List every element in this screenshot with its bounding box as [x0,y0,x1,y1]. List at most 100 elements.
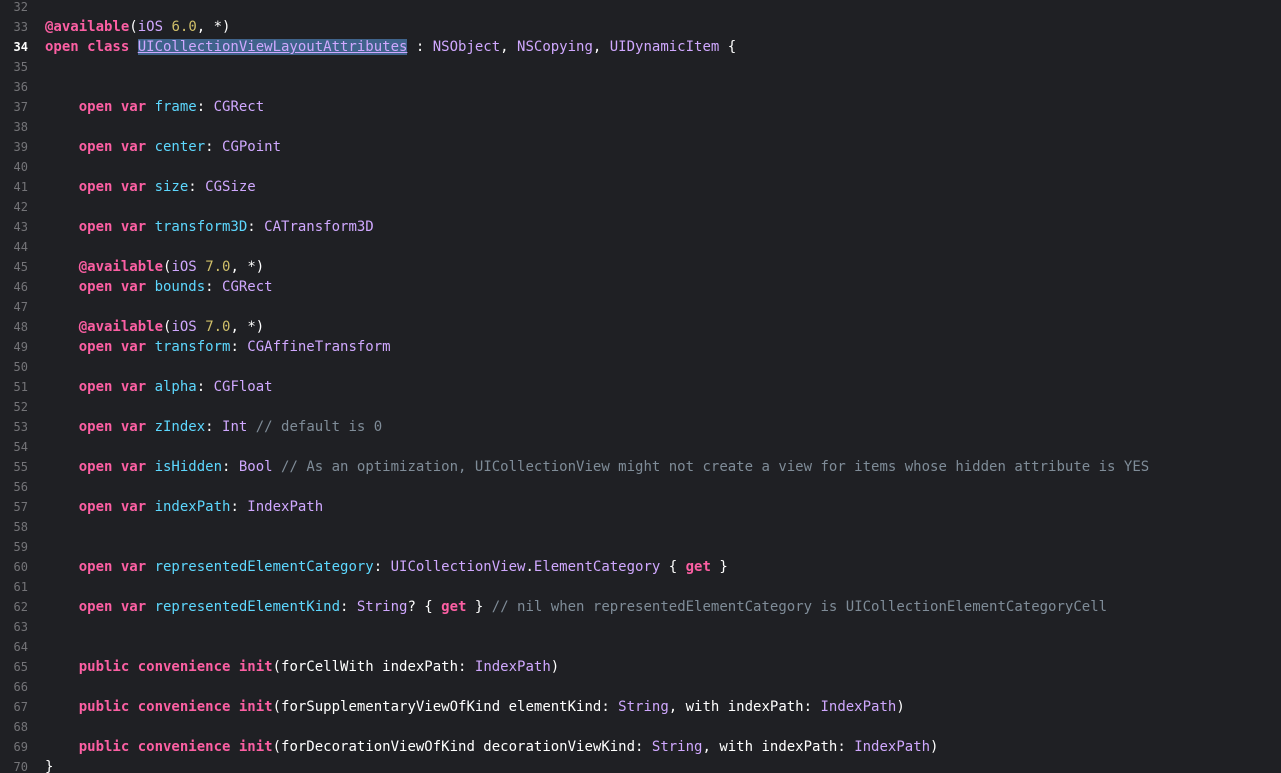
code-text[interactable]: open var frame: CGRect [45,97,264,117]
line-number: 53 [13,420,28,434]
code-text[interactable]: open var center: CGPoint [45,137,281,157]
line-number: 54 [13,440,28,454]
code-line[interactable]: 34 open class UICollectionViewLayoutAttri… [0,37,1281,57]
code-token: CGFloat [213,379,273,395]
code-token: size [154,179,189,195]
code-line[interactable]: 58 [0,517,1281,537]
code-token: open var [78,279,155,295]
code-text[interactable]: public convenience init(forSupplementary… [45,697,905,717]
code-line[interactable]: 56 [0,477,1281,497]
code-line[interactable]: 69 public convenience init(forDecoration… [0,737,1281,757]
code-line[interactable]: 33 @available(iOS 6.0, *) [0,17,1281,37]
code-line[interactable]: 64 [0,637,1281,657]
code-text[interactable]: @available(iOS 7.0, *) [45,257,264,277]
code-text[interactable]: open var size: CGSize [45,177,256,197]
code-text[interactable]: @available(iOS 6.0, *) [45,17,230,37]
code-line[interactable]: 43 open var transform3D: CATransform3D [0,217,1281,237]
code-text[interactable]: open var alpha: CGFloat [45,377,273,397]
code-text[interactable]: } [45,757,53,773]
code-line[interactable]: 38 [0,117,1281,137]
code-line[interactable]: 47 [0,297,1281,317]
code-token: iOS [137,19,164,35]
code-line[interactable]: 36 [0,77,1281,97]
code-text[interactable]: open class UICollectionViewLayoutAttribu… [45,37,736,57]
line-number: 45 [13,260,28,274]
code-text[interactable]: public convenience init(forCellWith inde… [45,657,559,677]
code-line[interactable]: 62 open var representedElementKind: Stri… [0,597,1281,617]
code-token: ) [930,739,939,755]
code-token: indexPath [154,499,231,515]
code-token: ) [550,659,560,675]
code-token: open class [45,39,138,55]
code-text[interactable]: open var transform: CGAffineTransform [45,337,391,357]
code-line[interactable]: 54 [0,437,1281,457]
code-line[interactable]: 39 open var center: CGPoint [0,137,1281,157]
code-line[interactable]: 60 open var representedElementCategory: … [0,557,1281,577]
code-line[interactable]: 57 open var indexPath: IndexPath [0,497,1281,517]
code-line[interactable]: 61 [0,577,1281,597]
code-line[interactable]: 42 [0,197,1281,217]
code-line[interactable]: 45 @available(iOS 7.0, *) [0,257,1281,277]
line-number: 69 [13,740,28,754]
code-text[interactable]: @available(iOS 7.0, *) [45,317,264,337]
code-text[interactable]: open var indexPath: IndexPath [45,497,323,517]
code-token: IndexPath [474,659,551,675]
line-number: 43 [13,220,28,234]
code-text[interactable]: public convenience init(forDecorationVie… [45,737,939,757]
code-text[interactable]: open var isHidden: Bool // As an optimiz… [45,457,1149,477]
code-token: (forDecorationViewOfKind decorationViewK… [272,739,652,755]
line-number: 67 [13,700,28,714]
code-editor[interactable]: 32 33 @available(iOS 6.0, *) 34 open class U… [0,0,1281,773]
code-token: String [618,699,669,715]
code-token: open var [78,139,155,155]
code-token: : [205,419,223,435]
line-number: 37 [13,100,28,114]
code-text[interactable]: open var representedElementCategory: UIC… [45,557,728,577]
code-line[interactable]: 68 [0,717,1281,737]
code-line[interactable]: 41 open var size: CGSize [0,177,1281,197]
code-text[interactable]: open var zIndex: Int // default is 0 [45,417,382,437]
code-line[interactable]: 46 open var bounds: CGRect [0,277,1281,297]
code-token: open var [78,419,155,435]
code-line[interactable]: 37 open var frame: CGRect [0,97,1281,117]
code-line[interactable]: 51 open var alpha: CGFloat [0,377,1281,397]
line-number: 35 [13,60,28,74]
line-number: 52 [13,400,28,414]
code-text[interactable]: open var representedElementKind: String?… [45,597,1107,617]
code-token: : [230,339,248,355]
code-token: { [660,559,686,575]
code-line[interactable]: 53 open var zIndex: Int // default is 0 [0,417,1281,437]
code-line[interactable]: 70} [0,757,1281,773]
line-number: 62 [13,600,28,614]
code-line[interactable]: 65 public convenience init(forCellWith i… [0,657,1281,677]
code-line[interactable]: 49 open var transform: CGAffineTransform [0,337,1281,357]
code-text[interactable]: open var transform3D: CATransform3D [45,217,374,237]
code-line[interactable]: 52 [0,397,1281,417]
line-number: 42 [13,200,28,214]
code-token: ? { [407,599,442,615]
code-line[interactable]: 48 @available(iOS 7.0, *) [0,317,1281,337]
code-line[interactable]: 63 [0,617,1281,637]
code-line[interactable]: 67 public convenience init(forSupplement… [0,697,1281,717]
code-line[interactable]: 59 [0,537,1281,557]
line-number: 63 [13,620,28,634]
code-line[interactable]: 35 [0,57,1281,77]
code-line[interactable]: 32 [0,0,1281,17]
code-token: ) [896,699,905,715]
code-token: , [500,39,518,55]
code-line[interactable]: 44 [0,237,1281,257]
code-text[interactable]: open var bounds: CGRect [45,277,273,297]
code-line[interactable]: 66 [0,677,1281,697]
code-line[interactable]: 50 [0,357,1281,377]
code-token: : [196,99,214,115]
code-line[interactable]: 40 [0,157,1281,177]
code-line[interactable]: 55 open var isHidden: Bool // As an opti… [0,457,1281,477]
code-token: CATransform3D [264,219,374,235]
code-token: 7.0 [205,259,231,275]
